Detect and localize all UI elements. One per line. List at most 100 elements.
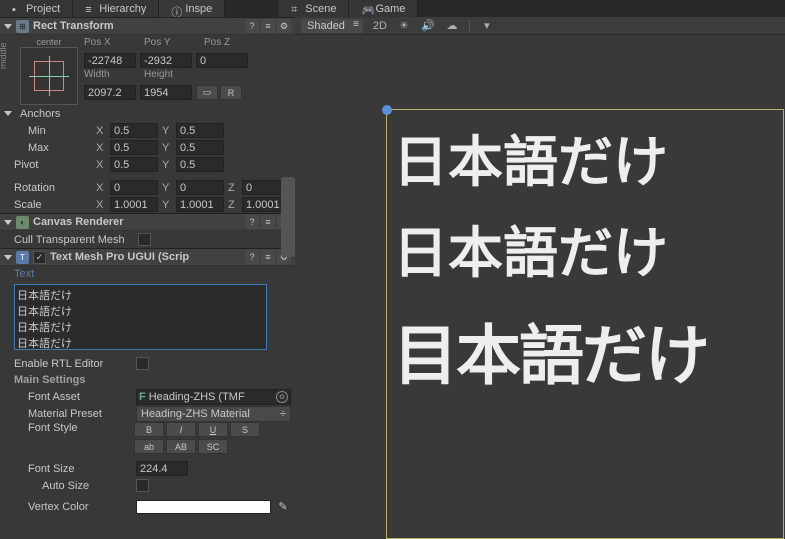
y-label: Y (162, 125, 172, 137)
inspector-icon: ⓘ (171, 4, 181, 14)
anchor-min-x[interactable] (110, 123, 158, 138)
anchor-preset-button[interactable] (20, 47, 78, 105)
scale-y[interactable] (176, 197, 224, 212)
audio-toggle[interactable]: 🔊 (421, 19, 435, 33)
scene-viewport[interactable]: 日本語だけ 日本語だけ 目本語だけ (295, 35, 785, 539)
y-label: Y (162, 182, 172, 194)
height-input[interactable] (140, 85, 192, 100)
object-picker-icon[interactable]: ⊙ (276, 391, 288, 403)
tab-project[interactable]: ▪ Project (0, 0, 73, 17)
tab-hierarchy[interactable]: ≡ Hierarchy (73, 0, 159, 17)
font-size-input[interactable] (136, 461, 188, 476)
scale-x[interactable] (110, 197, 158, 212)
vertex-color-field[interactable] (136, 500, 271, 514)
anchor-max-x[interactable] (110, 140, 158, 155)
tab-label: Hierarchy (99, 3, 146, 15)
tmp-header[interactable]: T Text Mesh Pro UGUI (Scrip ?≡⚙ (0, 248, 295, 266)
x-label: X (96, 159, 106, 171)
foldout-icon[interactable] (4, 24, 12, 29)
auto-size-checkbox[interactable] (136, 479, 149, 492)
lighting-toggle[interactable]: ☀ (397, 19, 411, 33)
mode-2d-toggle[interactable]: 2D (373, 19, 387, 33)
text-label: Text (0, 266, 295, 282)
eyedropper-icon[interactable]: ✎ (275, 500, 291, 514)
z-label: Z (228, 199, 238, 211)
posz-label: Pos Z (204, 37, 260, 53)
scrollbar-handle[interactable] (281, 177, 295, 257)
uppercase-button[interactable]: AB (166, 439, 196, 454)
gear-icon[interactable]: ⚙ (277, 19, 291, 33)
max-label: Max (28, 142, 92, 154)
foldout-icon[interactable] (4, 111, 12, 116)
blueprint-button[interactable]: ▭ (196, 85, 218, 100)
hierarchy-icon: ≡ (85, 4, 95, 14)
inspector-panel: ⊞ Rect Transform ? ≡ ⚙ middle center Pos… (0, 17, 295, 539)
material-preset-dropdown[interactable]: Heading-ZHS Material÷ (136, 406, 291, 422)
font-style-label: Font Style (14, 422, 132, 437)
main-settings-label: Main Settings (0, 372, 295, 388)
z-label: Z (228, 182, 238, 194)
font-asset-value: Heading-ZHS (TMF (149, 391, 245, 403)
x-label: X (96, 125, 106, 137)
min-label: Min (28, 125, 92, 137)
project-icon: ▪ (12, 4, 22, 14)
rect-transform-icon: ⊞ (16, 20, 29, 33)
cull-transparent-checkbox[interactable] (138, 233, 151, 246)
rendered-text-line: 目本語だけ (393, 303, 708, 397)
bold-button[interactable]: B (134, 422, 164, 437)
y-label: Y (162, 142, 172, 154)
canvas-renderer-icon: ◐ (16, 216, 29, 229)
canvas-renderer-header[interactable]: ◐ Canvas Renderer ?≡⚙ (0, 213, 295, 231)
width-input[interactable] (84, 85, 136, 100)
vertex-color-label: Vertex Color (28, 501, 132, 513)
posy-label: Pos Y (144, 37, 200, 53)
separator (469, 20, 470, 32)
tab-game[interactable]: 🎮Game (349, 0, 418, 17)
strike-button[interactable]: S (230, 422, 260, 437)
tab-scene[interactable]: ⌗Scene (279, 0, 349, 17)
anchors-label: Anchors (20, 108, 60, 120)
pivot-x[interactable] (110, 157, 158, 172)
fx-toggle[interactable]: ☁ (445, 19, 459, 33)
preset-icon[interactable]: ≡ (261, 250, 275, 264)
posx-label: Pos X (84, 37, 140, 53)
tab-label: Scene (305, 3, 336, 15)
italic-button[interactable]: I (166, 422, 196, 437)
tab-inspector[interactable]: ⓘInspe (159, 0, 225, 17)
help-icon[interactable]: ? (245, 215, 259, 229)
rot-y[interactable] (176, 180, 224, 195)
height-label: Height (144, 69, 200, 85)
component-title: Canvas Renderer (33, 216, 241, 228)
anchor-min-y[interactable] (176, 123, 224, 138)
raw-button[interactable]: R (220, 85, 242, 100)
gizmo-dropdown[interactable]: ▾ (480, 19, 494, 33)
preset-icon[interactable]: ≡ (261, 19, 275, 33)
preset-icon[interactable]: ≡ (261, 215, 275, 229)
foldout-icon[interactable] (4, 220, 12, 225)
posy-input[interactable] (140, 53, 192, 68)
help-icon[interactable]: ? (245, 19, 259, 33)
foldout-icon[interactable] (4, 255, 12, 260)
rendered-text-line: 日本語だけ (393, 117, 668, 197)
component-title: Text Mesh Pro UGUI (Scrip (50, 251, 241, 263)
tab-label: Game (375, 3, 405, 15)
posz-input[interactable] (196, 53, 248, 68)
shading-mode-dropdown[interactable]: Shaded (301, 19, 363, 33)
y-label: Y (162, 159, 172, 171)
tab-label: Project (26, 3, 60, 15)
underline-button[interactable]: U (198, 422, 228, 437)
font-asset-field[interactable]: FHeading-ZHS (TMF⊙ (136, 389, 291, 405)
help-icon[interactable]: ? (245, 250, 259, 264)
rot-x[interactable] (110, 180, 158, 195)
smallcaps-button[interactable]: SC (198, 439, 228, 454)
tmp-text-input[interactable] (14, 284, 267, 350)
rtl-checkbox[interactable] (136, 357, 149, 370)
anchor-max-y[interactable] (176, 140, 224, 155)
posx-input[interactable] (84, 53, 136, 68)
lowercase-button[interactable]: ab (134, 439, 164, 454)
rect-transform-header[interactable]: ⊞ Rect Transform ? ≡ ⚙ (0, 17, 295, 35)
tmp-enable-checkbox[interactable] (33, 251, 46, 264)
pivot-y[interactable] (176, 157, 224, 172)
rtl-label: Enable RTL Editor (14, 358, 132, 370)
resize-handle[interactable] (382, 105, 392, 115)
